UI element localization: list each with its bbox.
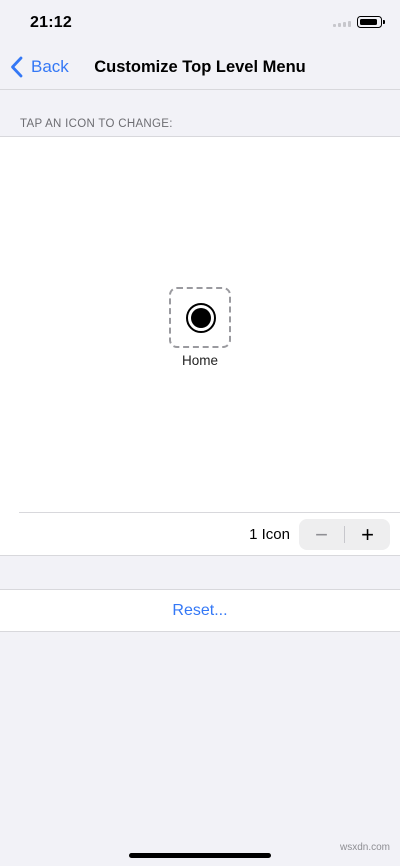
icon-count-label: 1 Icon [249, 526, 290, 543]
home-indicator [129, 853, 271, 858]
home-icon-label: Home [181, 353, 218, 368]
page-title: Customize Top Level Menu [94, 58, 306, 76]
reset-button[interactable]: Reset... [0, 589, 400, 632]
decrement-button[interactable]: − [299, 519, 344, 550]
section-header: TAP AN ICON TO CHANGE: [20, 118, 173, 130]
home-circle-icon [186, 303, 216, 333]
icon-grid-panel: Home 1 Icon − + [0, 136, 400, 556]
cellular-signal-icon [333, 21, 351, 27]
home-icon-slot[interactable] [169, 287, 231, 348]
status-time: 21:12 [30, 14, 72, 31]
navigation-bar: Back Customize Top Level Menu [0, 46, 400, 90]
customize-menu-screen: 21:12 Back Customize Top Level Menu TAP … [0, 0, 400, 866]
battery-icon [357, 16, 385, 28]
divider [19, 512, 400, 513]
status-bar: 21:12 [0, 0, 400, 46]
watermark: wsxdn.com [339, 842, 390, 853]
icon-count-stepper: − + [299, 519, 390, 550]
increment-button[interactable]: + [345, 519, 390, 550]
